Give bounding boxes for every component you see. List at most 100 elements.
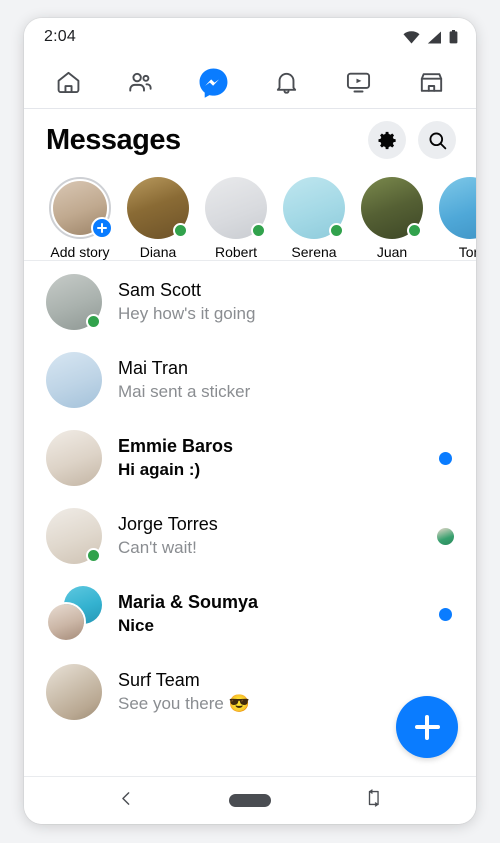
avatar [46,352,102,408]
conversation-name: Emmie Baros [118,436,234,456]
new-message-fab[interactable] [396,696,458,758]
avatar [46,664,102,720]
nav-back-button[interactable] [104,784,148,818]
gear-icon [377,130,398,151]
conversation-text: Maria & Soumya Nice [118,592,422,636]
story-item-ton[interactable]: Ton [438,177,476,260]
story-item-juan[interactable]: Juan [360,177,424,260]
status-icons [403,30,458,44]
story-label: Ton [458,244,476,260]
tab-watch[interactable] [335,61,383,103]
nav-home-button[interactable] [228,784,272,818]
conversation-snippet: Mai sent a sticker [118,382,251,401]
story-avatar-wrap [283,177,345,239]
tab-friends[interactable] [117,61,165,103]
story-avatar-wrap [127,177,189,239]
story-item-add-story[interactable]: Add story [48,177,113,260]
page-header: Messages [24,109,476,171]
unread-indicator-dot [438,607,452,621]
tab-marketplace[interactable] [408,61,456,103]
conversation-text: Surf Team See you there 😎 [118,670,422,714]
story-label: Add story [50,244,110,260]
conversation-snippet: Hi again :) [118,460,201,479]
conversation-avatar-wrap [46,274,102,330]
conversation-row[interactable]: Emmie Baros Hi again :) [24,419,476,497]
story-item-serena[interactable]: Serena [282,177,346,260]
avatar-photo [439,177,476,239]
group-avatar [46,586,102,642]
nav-recents-button[interactable] [352,784,396,818]
conversation-snippet: Hey how's it going [118,304,256,323]
story-item-robert[interactable]: Robert [204,177,268,260]
top-tab-bar [24,56,476,109]
header-actions [368,121,456,159]
conversation-text: Emmie Baros Hi again :) [118,436,422,480]
settings-button[interactable] [368,121,406,159]
unread-indicator-dot [438,451,452,465]
online-status-dot [173,223,188,238]
conversation-list[interactable]: Sam Scott Hey how's it going Mai Tran Mai s… [24,261,476,776]
online-status-dot [407,223,422,238]
online-status-dot [86,314,101,329]
search-icon [427,130,448,151]
story-label: Serena [291,244,337,260]
conversation-meta [432,451,458,465]
android-nav-bar [24,776,476,824]
avatar-photo [48,604,84,640]
story-label: Robert [214,244,258,260]
avatar-photo [436,527,454,545]
conversation-row[interactable]: Mai Tran Mai sent a sticker [24,341,476,419]
add-story-plus-icon[interactable] [91,217,113,239]
conversation-row[interactable]: Sam Scott Hey how's it going [24,263,476,341]
home-pill-icon [229,794,271,807]
conversation-snippet: Can't wait! [118,538,197,557]
avatar-photo [46,664,102,720]
store-icon [418,69,445,96]
messenger-icon [198,67,229,98]
back-chevron-icon [118,790,135,812]
conversation-snippet: See you there 😎 [118,694,250,713]
bell-icon [273,69,300,96]
battery-icon [449,30,458,44]
phone-frame: 2:04 Messages Add story Diana Robert Ser… [24,18,476,824]
rotate-switch-icon [365,789,383,812]
search-button[interactable] [418,121,456,159]
conversation-avatar-wrap [46,664,102,720]
avatar [439,177,476,239]
video-icon [345,69,372,96]
conversation-row[interactable]: Jorge Torres Can't wait! [24,497,476,575]
conversation-text: Sam Scott Hey how's it going [118,280,422,324]
online-status-dot [86,548,101,563]
story-avatar-wrap [49,177,113,239]
conversation-name: Sam Scott [118,280,202,300]
tab-messenger[interactable] [190,61,238,103]
conversation-text: Mai Tran Mai sent a sticker [118,358,422,402]
conversation-meta [432,527,458,545]
group-avatar-photo-2 [46,602,86,642]
story-label: Diana [139,244,177,260]
stories-row[interactable]: Add story Diana Robert Serena Juan Ton [24,171,476,261]
status-time: 2:04 [44,28,76,45]
conversation-name: Maria & Soumya [118,592,259,612]
story-item-diana[interactable]: Diana [126,177,190,260]
story-avatar-wrap [439,177,476,239]
online-status-dot [251,223,266,238]
avatar [46,430,102,486]
conversation-name: Jorge Torres [118,514,218,534]
home-icon [55,69,82,96]
conversation-avatar-wrap [46,352,102,408]
conversation-avatar-wrap [46,430,102,486]
conversation-avatar-wrap [46,508,102,564]
signal-icon [427,31,442,44]
tab-notifications[interactable] [262,61,310,103]
online-status-dot [329,223,344,238]
conversation-row[interactable]: Maria & Soumya Nice [24,575,476,653]
conversation-name: Mai Tran [118,358,189,378]
conversation-text: Jorge Torres Can't wait! [118,514,422,558]
story-avatar-wrap [361,177,423,239]
tab-home[interactable] [44,61,92,103]
avatar-photo [46,352,102,408]
read-receipt-avatar [436,527,454,545]
story-avatar-wrap [205,177,267,239]
story-label: Juan [376,244,408,260]
